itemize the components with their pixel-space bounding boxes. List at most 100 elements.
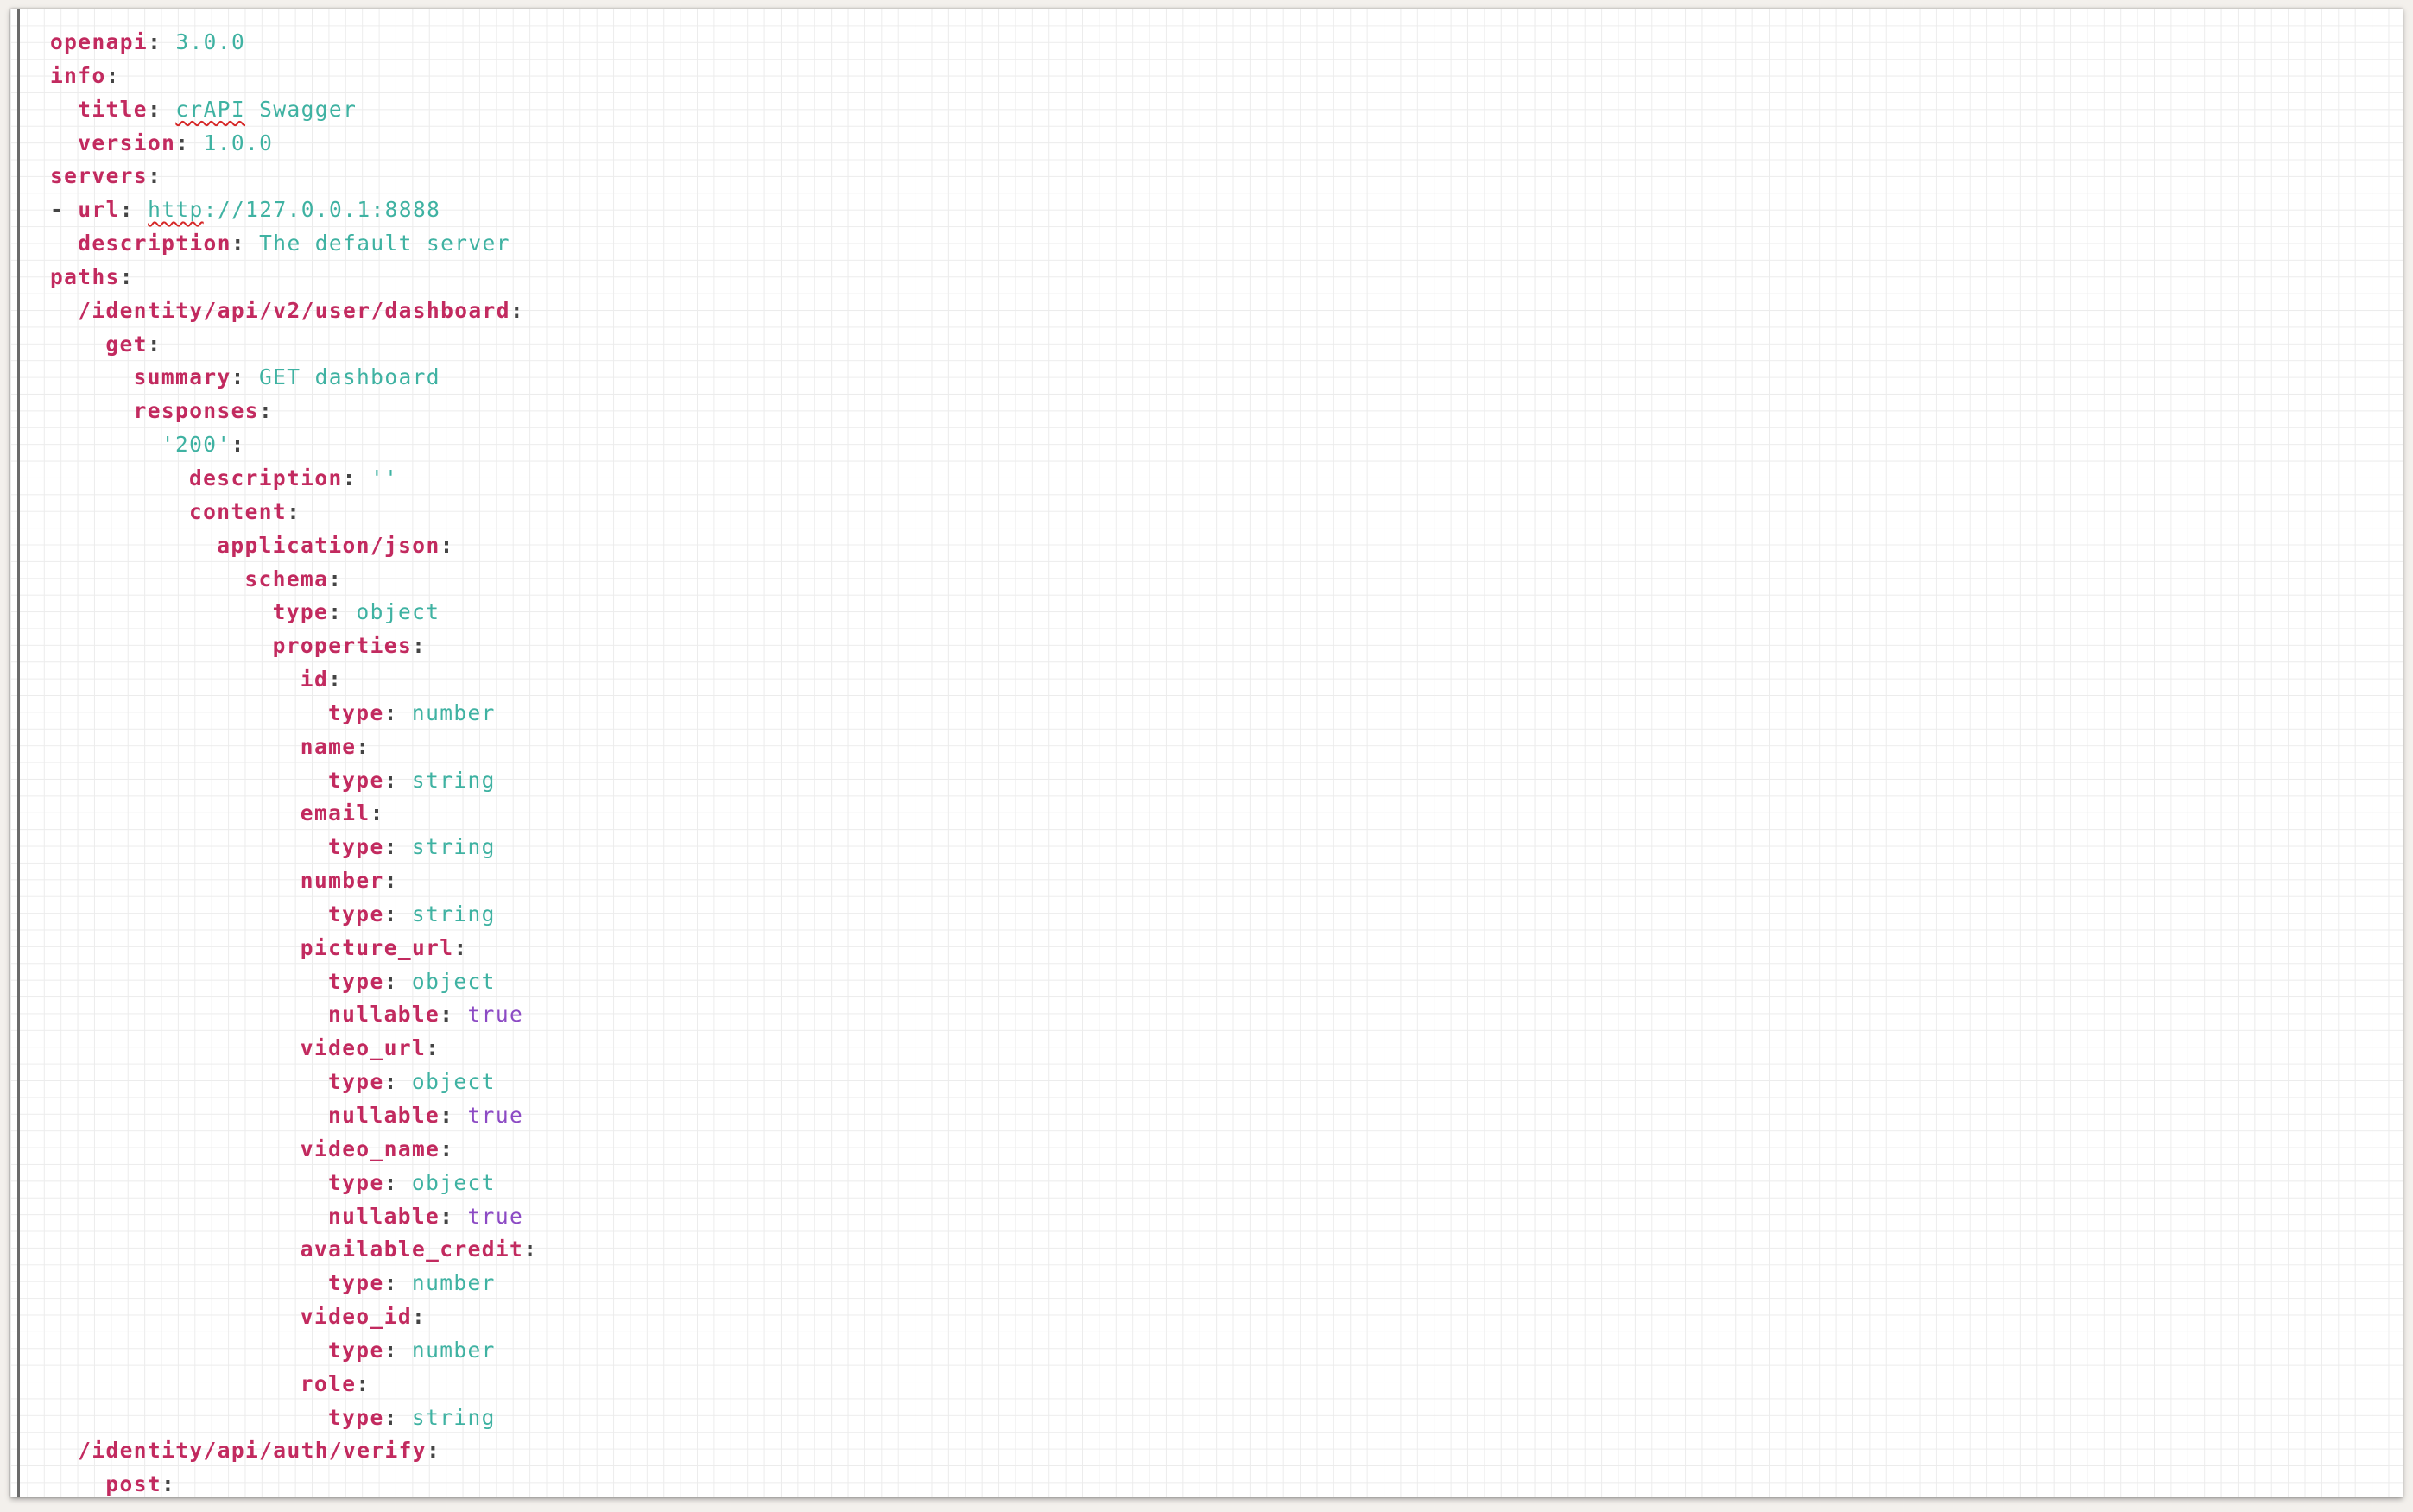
code-line[interactable]: /identity/api/v2/user/dashboard:	[50, 294, 537, 328]
yaml-key: type	[328, 1169, 384, 1195]
code-line[interactable]: email:	[50, 797, 537, 831]
yaml-key: openapi	[50, 29, 149, 54]
code-line[interactable]: type: object	[50, 965, 537, 999]
yaml-value: The default server	[259, 231, 510, 256]
gutter-divider	[17, 9, 20, 1497]
code-line[interactable]: type: number	[50, 1267, 537, 1300]
yaml-key: available_credit	[300, 1237, 524, 1262]
code-line[interactable]: picture_url:	[50, 932, 537, 965]
code-line[interactable]: video_name:	[50, 1133, 537, 1167]
code-line[interactable]: properties:	[50, 629, 537, 663]
code-line[interactable]: type: object	[50, 1066, 537, 1099]
yaml-colon: :	[383, 968, 398, 994]
yaml-colon: :	[231, 432, 245, 458]
code-line[interactable]: type: number	[50, 1334, 537, 1368]
yaml-key: servers	[50, 163, 149, 189]
yaml-colon: :	[287, 498, 301, 524]
yaml-colon: :	[231, 364, 245, 390]
yaml-colon: :	[342, 465, 357, 490]
yaml-value: GET dashboard	[258, 364, 440, 390]
yaml-colon: :	[383, 699, 398, 725]
code-line[interactable]: info:	[50, 60, 537, 93]
yaml-key: name	[300, 733, 357, 759]
yaml-key: type	[328, 767, 384, 793]
yaml-key: type	[328, 901, 384, 927]
code-line[interactable]: application/json:	[50, 529, 537, 563]
code-line[interactable]: type: object	[50, 596, 537, 629]
yaml-colon: :	[356, 733, 370, 759]
code-line[interactable]: content:	[50, 496, 537, 529]
yaml-key: '200'	[161, 432, 231, 458]
yaml-colon: :	[328, 667, 343, 693]
code-line[interactable]: title: crAPI Swagger	[50, 93, 537, 127]
yaml-key: schema	[244, 566, 329, 592]
yaml-colon: :	[370, 800, 384, 826]
yaml-key: nullable	[328, 1203, 440, 1229]
code-area[interactable]: openapi: 3.0.0 info: title: crAPI Swagger v…	[50, 26, 537, 1497]
code-line[interactable]: - url: http://127.0.0.1:8888	[50, 193, 537, 227]
code-line[interactable]: name:	[50, 731, 537, 764]
code-line[interactable]: description: The default server	[50, 227, 537, 261]
yaml-key: email	[300, 800, 370, 826]
code-line[interactable]: role:	[50, 1368, 537, 1401]
code-line[interactable]: /identity/api/auth/verify:	[50, 1434, 537, 1468]
code-line[interactable]: number:	[50, 864, 537, 898]
code-line[interactable]: description: ''	[50, 462, 537, 496]
yaml-key: picture_url	[300, 934, 454, 960]
yaml-value: crAPI Swagger	[175, 96, 358, 122]
yaml-key: post	[105, 1471, 162, 1497]
yaml-colon: :	[119, 263, 134, 289]
yaml-key: application/json	[217, 532, 440, 558]
yaml-editor[interactable]: openapi: 3.0.0 info: title: crAPI Swagger v…	[10, 9, 2403, 1497]
yaml-value: number	[411, 1337, 496, 1363]
code-line[interactable]: available_credit:	[50, 1233, 537, 1267]
spellcheck-error[interactable]: crAPI	[175, 97, 245, 122]
code-line[interactable]: servers:	[50, 160, 537, 193]
yaml-key: nullable	[328, 1103, 440, 1128]
code-line[interactable]: version: 1.0.0	[50, 127, 537, 161]
code-line[interactable]: type: string	[50, 831, 537, 864]
code-line[interactable]: get:	[50, 328, 537, 362]
yaml-key: type	[272, 599, 329, 625]
code-line[interactable]: type: object	[50, 1167, 537, 1200]
yaml-colon: :	[412, 633, 427, 659]
spellcheck-error[interactable]: http	[148, 197, 204, 222]
code-line[interactable]: video_url:	[50, 1032, 537, 1066]
code-line[interactable]: type: number	[50, 697, 537, 731]
yaml-colon: :	[453, 934, 468, 960]
yaml-key: paths	[50, 263, 120, 289]
code-line[interactable]: '200':	[50, 428, 537, 462]
yaml-colon: :	[440, 1002, 454, 1028]
yaml-value: true	[467, 1203, 524, 1229]
code-line[interactable]: nullable: true	[50, 1200, 537, 1234]
yaml-colon: :	[510, 297, 525, 323]
yaml-colon: :	[383, 767, 398, 793]
code-line[interactable]: type: string	[50, 1401, 537, 1435]
yaml-colon: :	[440, 1136, 454, 1161]
code-line[interactable]: openapi: 3.0.0	[50, 26, 537, 60]
code-line[interactable]: id:	[50, 663, 537, 697]
code-line[interactable]: type: string	[50, 764, 537, 798]
code-line[interactable]: post:	[50, 1468, 537, 1497]
yaml-key: type	[328, 1069, 384, 1095]
code-line[interactable]: summary: GET dashboard	[50, 361, 537, 395]
yaml-colon: :	[328, 566, 343, 592]
yaml-key: type	[328, 968, 384, 994]
yaml-value: true	[467, 1103, 524, 1128]
yaml-colon: :	[258, 398, 274, 424]
code-line[interactable]: nullable: true	[50, 998, 537, 1032]
code-line[interactable]: type: string	[50, 898, 537, 932]
yaml-colon: :	[147, 331, 162, 357]
code-line[interactable]: schema:	[50, 563, 537, 597]
yaml-key: version	[78, 130, 176, 155]
yaml-key: description	[189, 465, 343, 490]
code-line[interactable]: responses:	[50, 395, 537, 428]
code-line[interactable]: nullable: true	[50, 1099, 537, 1133]
yaml-colon: :	[175, 130, 190, 155]
yaml-value: string	[411, 767, 496, 793]
code-line[interactable]: video_id:	[50, 1300, 537, 1334]
yaml-colon: :	[383, 901, 398, 927]
code-line[interactable]: paths:	[50, 261, 537, 294]
yaml-key: type	[328, 699, 384, 725]
yaml-key: type	[328, 1404, 384, 1430]
